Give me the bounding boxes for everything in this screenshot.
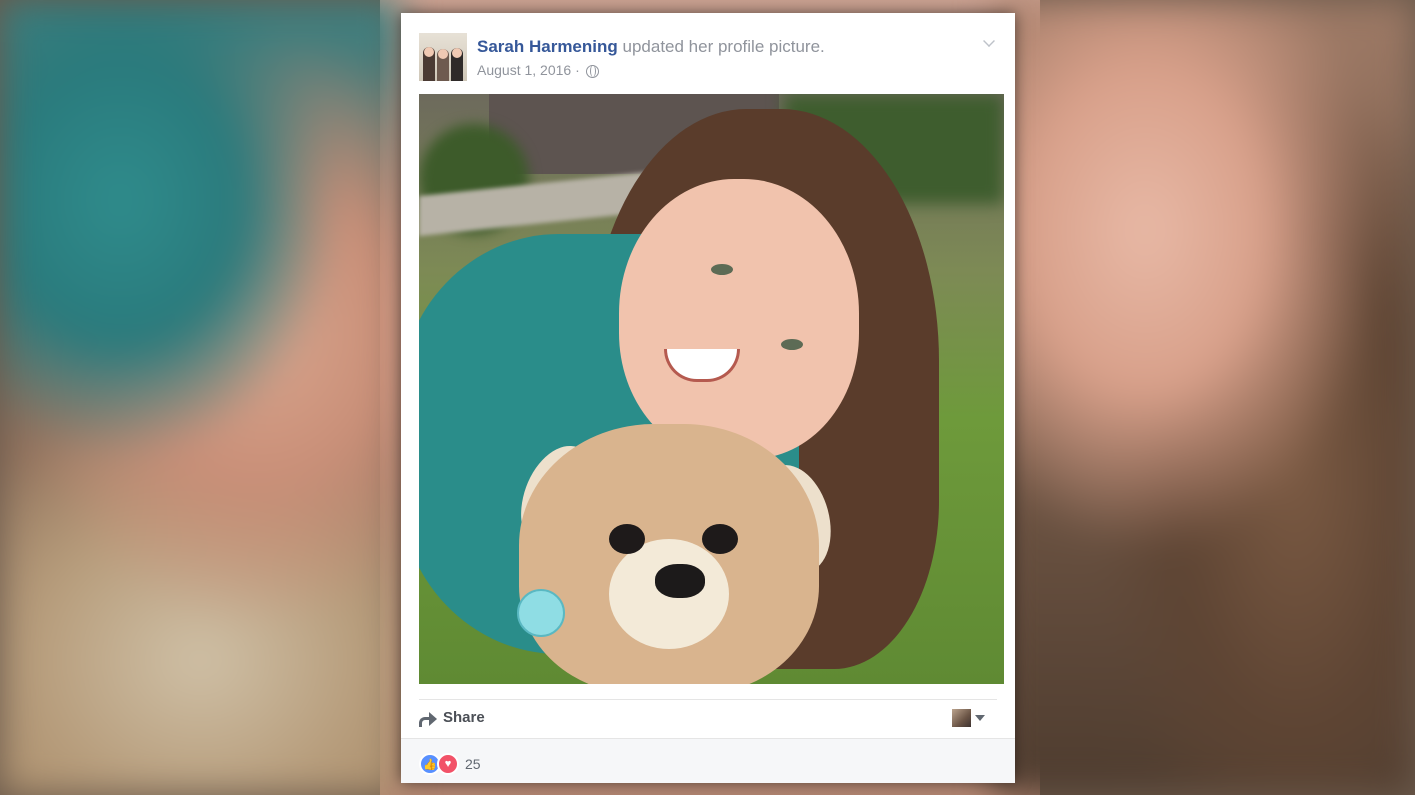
author-name-link[interactable]: Sarah Harmening: [477, 37, 618, 56]
post-meta: August 1, 2016 ·: [477, 62, 599, 78]
chevron-down-icon[interactable]: [983, 35, 995, 47]
share-label: Share: [443, 709, 485, 726]
facebook-post-card: Sarah Harmening updated her profile pict…: [401, 13, 1015, 783]
background-left: [0, 0, 400, 795]
love-icon: ♥: [437, 753, 459, 775]
share-arrow-icon: [419, 711, 437, 727]
share-button[interactable]: Share: [419, 709, 485, 727]
post-header: Sarah Harmening updated her profile pict…: [419, 33, 997, 85]
post-footer: 👍 ♥ 25: [401, 738, 1015, 783]
post-headline: Sarah Harmening updated her profile pict…: [477, 37, 825, 57]
profile-picture-photo[interactable]: [419, 94, 1004, 684]
reactions-summary[interactable]: 👍 ♥ 25: [419, 753, 481, 775]
reaction-count: 25: [465, 756, 481, 772]
globe-icon[interactable]: [585, 64, 599, 78]
viewer-avatar: [952, 709, 971, 727]
caret-down-icon: [975, 715, 985, 721]
profile-avatar[interactable]: [419, 33, 467, 81]
post-actions-bar: Share: [419, 703, 997, 733]
post-action-text: updated her profile picture.: [622, 37, 825, 56]
post-date-link[interactable]: August 1, 2016 ·: [477, 62, 580, 78]
post-as-selector[interactable]: [952, 709, 985, 727]
background-right: [995, 0, 1415, 795]
divider: [419, 699, 997, 700]
